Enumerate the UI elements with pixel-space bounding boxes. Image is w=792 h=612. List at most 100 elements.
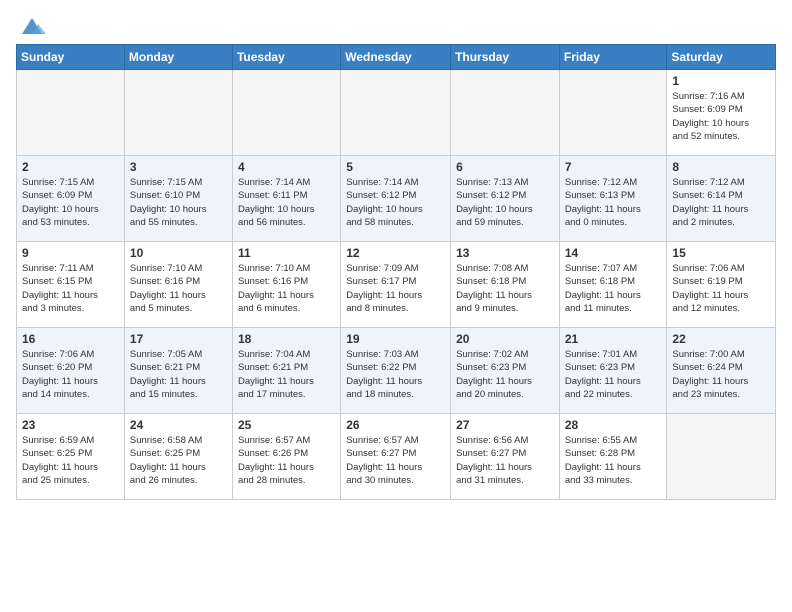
day-number: 16 (22, 332, 119, 346)
calendar-day-cell: 5 Sunrise: 7:14 AM Sunset: 6:12 PM Daylig… (341, 156, 451, 242)
calendar-day-cell: 25 Sunrise: 6:57 AM Sunset: 6:26 PM Dayli… (232, 414, 340, 500)
day-info: Sunrise: 7:01 AM Sunset: 6:23 PM Dayligh… (565, 348, 662, 401)
calendar-day-cell: 23 Sunrise: 6:59 AM Sunset: 6:25 PM Dayli… (17, 414, 125, 500)
day-info: Sunrise: 7:09 AM Sunset: 6:17 PM Dayligh… (346, 262, 445, 315)
day-number: 5 (346, 160, 445, 174)
day-number: 20 (456, 332, 554, 346)
calendar-day-header: Monday (124, 45, 232, 70)
day-number: 19 (346, 332, 445, 346)
calendar-day-cell (341, 70, 451, 156)
calendar-day-cell: 14Sunrise: 7:07 AM Sunset: 6:18 PM Dayli… (559, 242, 667, 328)
calendar-day-header: Tuesday (232, 45, 340, 70)
day-number: 23 (22, 418, 119, 432)
calendar-day-header: Sunday (17, 45, 125, 70)
calendar-week-row: 2Sunrise: 7:15 AM Sunset: 6:09 PM Daylig… (17, 156, 776, 242)
calendar-day-cell: 18 Sunrise: 7:04 AM Sunset: 6:21 PM Dayli… (232, 328, 340, 414)
day-info: Sunrise: 6:59 AM Sunset: 6:25 PM Dayligh… (22, 434, 119, 487)
day-info: Sunrise: 7:13 AM Sunset: 6:12 PM Dayligh… (456, 176, 554, 229)
day-number: 10 (130, 246, 227, 260)
day-number: 15 (672, 246, 770, 260)
calendar-day-cell: 13 Sunrise: 7:08 AM Sunset: 6:18 PM Dayli… (451, 242, 560, 328)
calendar-day-cell: 4 Sunrise: 7:14 AM Sunset: 6:11 PM Daylig… (232, 156, 340, 242)
day-info: Sunrise: 6:57 AM Sunset: 6:26 PM Dayligh… (238, 434, 335, 487)
day-info: Sunrise: 7:03 AM Sunset: 6:22 PM Dayligh… (346, 348, 445, 401)
day-info: Sunrise: 6:57 AM Sunset: 6:27 PM Dayligh… (346, 434, 445, 487)
calendar-day-cell (232, 70, 340, 156)
day-number: 12 (346, 246, 445, 260)
calendar-day-cell: 22 Sunrise: 7:00 AM Sunset: 6:24 PM Dayli… (667, 328, 776, 414)
logo-icon (18, 14, 46, 38)
page-header (16, 12, 776, 36)
calendar-day-cell (451, 70, 560, 156)
day-number: 14 (565, 246, 662, 260)
calendar-day-cell: 16 Sunrise: 7:06 AM Sunset: 6:20 PM Dayli… (17, 328, 125, 414)
calendar-day-cell: 8Sunrise: 7:12 AM Sunset: 6:14 PM Daylig… (667, 156, 776, 242)
calendar-day-cell: 15 Sunrise: 7:06 AM Sunset: 6:19 PM Dayli… (667, 242, 776, 328)
calendar-week-row: 16 Sunrise: 7:06 AM Sunset: 6:20 PM Dayli… (17, 328, 776, 414)
day-info: Sunrise: 7:14 AM Sunset: 6:11 PM Dayligh… (238, 176, 335, 229)
day-info: Sunrise: 7:05 AM Sunset: 6:21 PM Dayligh… (130, 348, 227, 401)
day-info: Sunrise: 7:14 AM Sunset: 6:12 PM Dayligh… (346, 176, 445, 229)
day-number: 1 (672, 74, 770, 88)
day-number: 6 (456, 160, 554, 174)
calendar-week-row: 9Sunrise: 7:11 AM Sunset: 6:15 PM Daylig… (17, 242, 776, 328)
calendar-week-row: 23 Sunrise: 6:59 AM Sunset: 6:25 PM Dayli… (17, 414, 776, 500)
day-info: Sunrise: 7:11 AM Sunset: 6:15 PM Dayligh… (22, 262, 119, 315)
calendar-day-cell: 7 Sunrise: 7:12 AM Sunset: 6:13 PM Daylig… (559, 156, 667, 242)
day-info: Sunrise: 7:04 AM Sunset: 6:21 PM Dayligh… (238, 348, 335, 401)
day-info: Sunrise: 7:08 AM Sunset: 6:18 PM Dayligh… (456, 262, 554, 315)
day-number: 13 (456, 246, 554, 260)
day-info: Sunrise: 7:10 AM Sunset: 6:16 PM Dayligh… (238, 262, 335, 315)
day-info: Sunrise: 6:58 AM Sunset: 6:25 PM Dayligh… (130, 434, 227, 487)
day-info: Sunrise: 7:02 AM Sunset: 6:23 PM Dayligh… (456, 348, 554, 401)
day-info: Sunrise: 7:12 AM Sunset: 6:14 PM Dayligh… (672, 176, 770, 229)
day-number: 21 (565, 332, 662, 346)
calendar-day-cell: 19 Sunrise: 7:03 AM Sunset: 6:22 PM Dayli… (341, 328, 451, 414)
calendar-day-cell: 27 Sunrise: 6:56 AM Sunset: 6:27 PM Dayli… (451, 414, 560, 500)
day-number: 28 (565, 418, 662, 432)
calendar-day-header: Saturday (667, 45, 776, 70)
day-info: Sunrise: 7:10 AM Sunset: 6:16 PM Dayligh… (130, 262, 227, 315)
day-info: Sunrise: 6:55 AM Sunset: 6:28 PM Dayligh… (565, 434, 662, 487)
calendar-day-cell: 6 Sunrise: 7:13 AM Sunset: 6:12 PM Daylig… (451, 156, 560, 242)
day-number: 11 (238, 246, 335, 260)
calendar-day-cell: 28 Sunrise: 6:55 AM Sunset: 6:28 PM Dayli… (559, 414, 667, 500)
calendar-day-cell (17, 70, 125, 156)
calendar-day-cell (559, 70, 667, 156)
calendar-week-row: 1 Sunrise: 7:16 AM Sunset: 6:09 PM Daylig… (17, 70, 776, 156)
day-number: 7 (565, 160, 662, 174)
day-info: Sunrise: 7:15 AM Sunset: 6:10 PM Dayligh… (130, 176, 227, 229)
calendar-day-cell (667, 414, 776, 500)
day-info: Sunrise: 7:16 AM Sunset: 6:09 PM Dayligh… (672, 90, 770, 143)
calendar-day-header: Thursday (451, 45, 560, 70)
calendar-header-row: SundayMondayTuesdayWednesdayThursdayFrid… (17, 45, 776, 70)
day-info: Sunrise: 7:06 AM Sunset: 6:19 PM Dayligh… (672, 262, 770, 315)
calendar-day-cell: 11 Sunrise: 7:10 AM Sunset: 6:16 PM Dayli… (232, 242, 340, 328)
calendar-table: SundayMondayTuesdayWednesdayThursdayFrid… (16, 44, 776, 500)
day-info: Sunrise: 7:06 AM Sunset: 6:20 PM Dayligh… (22, 348, 119, 401)
calendar-day-cell: 26 Sunrise: 6:57 AM Sunset: 6:27 PM Dayli… (341, 414, 451, 500)
calendar-day-cell: 21 Sunrise: 7:01 AM Sunset: 6:23 PM Dayli… (559, 328, 667, 414)
day-number: 18 (238, 332, 335, 346)
day-number: 22 (672, 332, 770, 346)
calendar-day-cell: 12 Sunrise: 7:09 AM Sunset: 6:17 PM Dayli… (341, 242, 451, 328)
calendar-day-cell: 17 Sunrise: 7:05 AM Sunset: 6:21 PM Dayli… (124, 328, 232, 414)
calendar-day-cell: 2Sunrise: 7:15 AM Sunset: 6:09 PM Daylig… (17, 156, 125, 242)
day-info: Sunrise: 7:12 AM Sunset: 6:13 PM Dayligh… (565, 176, 662, 229)
logo (16, 16, 46, 36)
day-number: 17 (130, 332, 227, 346)
calendar-day-cell: 1 Sunrise: 7:16 AM Sunset: 6:09 PM Daylig… (667, 70, 776, 156)
calendar-day-cell: 20 Sunrise: 7:02 AM Sunset: 6:23 PM Dayli… (451, 328, 560, 414)
day-number: 27 (456, 418, 554, 432)
day-number: 4 (238, 160, 335, 174)
day-info: Sunrise: 7:00 AM Sunset: 6:24 PM Dayligh… (672, 348, 770, 401)
calendar-day-cell: 9Sunrise: 7:11 AM Sunset: 6:15 PM Daylig… (17, 242, 125, 328)
calendar-day-cell: 24 Sunrise: 6:58 AM Sunset: 6:25 PM Dayli… (124, 414, 232, 500)
calendar-day-cell: 10 Sunrise: 7:10 AM Sunset: 6:16 PM Dayli… (124, 242, 232, 328)
day-info: Sunrise: 6:56 AM Sunset: 6:27 PM Dayligh… (456, 434, 554, 487)
day-number: 26 (346, 418, 445, 432)
calendar-day-header: Wednesday (341, 45, 451, 70)
page-container: SundayMondayTuesdayWednesdayThursdayFrid… (0, 0, 792, 508)
day-number: 25 (238, 418, 335, 432)
day-number: 24 (130, 418, 227, 432)
